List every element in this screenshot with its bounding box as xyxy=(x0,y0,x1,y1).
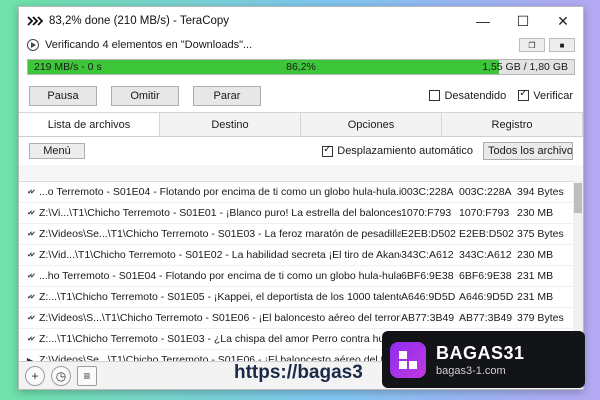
pause-button[interactable]: Pausa xyxy=(29,85,97,106)
badge-title: BAGAS31 xyxy=(436,342,525,363)
tab-file-list[interactable]: Lista de archivos xyxy=(19,113,160,136)
verify-label: Verificar xyxy=(533,89,573,102)
file-row[interactable]: ✔✔ Z:\Vid...\T1\Chicho Terremoto - S01E02… xyxy=(19,245,573,266)
unattended-checkbox[interactable]: Desatendido xyxy=(429,90,506,102)
badge-text: BAGAS31 bagas3-1.com xyxy=(436,343,525,377)
file-row[interactable]: ✔✔ ...ho Terremoto - S01E04 - Flotando po… xyxy=(19,266,573,287)
file-size: 231 MB xyxy=(517,291,554,303)
scrollbar-thumb[interactable] xyxy=(574,183,582,213)
file-row[interactable]: ✔✔ Z:...\T1\Chicho Terremoto - S01E05 - ¡… xyxy=(19,287,573,308)
status-text: Verificando 4 elementos en "Downloads"..… xyxy=(45,39,253,51)
verify-checkbox[interactable]: Verificar xyxy=(518,88,573,102)
file-size: 379 Bytes xyxy=(517,312,564,324)
double-check-icon: ✔✔ xyxy=(27,231,36,238)
file-name: ...o Terremoto - S01E04 - Flotando por e… xyxy=(39,186,401,198)
autoscroll-checkbox[interactable]: Desplazamiento automático xyxy=(322,144,473,157)
double-check-icon: ✔✔ xyxy=(27,189,36,196)
file-size: 231 MB xyxy=(517,270,554,282)
bagas-logo-icon xyxy=(390,341,426,378)
action-bar: Pausa Omitir Parar Desatendido Verificar xyxy=(19,79,583,113)
file-size: 375 Bytes xyxy=(517,228,564,240)
autoscroll-label: Desplazamiento automático xyxy=(337,145,473,157)
source-hash: 343C:A612 xyxy=(401,249,454,261)
file-row[interactable]: ✔✔ Z:\Videos\Se...\T1\Chicho Terremoto - … xyxy=(19,224,573,245)
double-check-icon: ✔✔ xyxy=(27,210,36,217)
file-row[interactable]: ✔✔ ...o Terremoto - S01E04 - Flotando por… xyxy=(19,182,573,203)
tab-bar: Lista de archivos Destino Opciones Regis… xyxy=(19,113,583,137)
double-check-icon: ✔✔ xyxy=(27,294,36,301)
target-hash: A646:9D5D xyxy=(459,291,514,303)
file-row[interactable]: ✔✔ Z:\Videos\S...\T1\Chicho Terremoto - S… xyxy=(19,308,573,329)
target-hash: 6BF6:9E38 xyxy=(459,270,512,282)
list-menu-icon[interactable]: ≡ xyxy=(77,365,97,386)
play-status-icon xyxy=(27,39,39,51)
file-size: 230 MB xyxy=(517,207,554,219)
file-name: Z:...\T1\Chicho Terremoto - S01E05 - ¡Ka… xyxy=(39,291,401,303)
menu-button[interactable]: Menú xyxy=(29,143,85,159)
restore-panel-icon[interactable]: ❐ xyxy=(519,38,545,52)
status-line: Verificando 4 elementos en "Downloads"..… xyxy=(19,35,583,55)
watermark-badge: BAGAS31 bagas3-1.com xyxy=(382,331,585,388)
verify-checkbox-box[interactable] xyxy=(518,88,530,101)
autoscroll-checkbox-box[interactable] xyxy=(322,144,334,157)
source-hash: A646:9D5D xyxy=(401,291,456,303)
target-hash: 343C:A612 xyxy=(459,249,512,261)
source-hash: E2EB:D502 xyxy=(401,228,456,240)
progress-row: 219 MB/s - 0 s 86,2% 1,55 GB / 1,80 GB xyxy=(19,55,583,79)
target-hash: E2EB:D502 xyxy=(459,228,514,240)
file-name: Z:\Vi...\T1\Chicho Terremoto - S01E01 - … xyxy=(39,207,401,219)
stop-button[interactable]: Parar xyxy=(193,85,261,106)
file-name: ...ho Terremoto - S01E04 - Flotando por … xyxy=(39,270,401,282)
source-hash: 6BF6:9E38 xyxy=(401,270,454,282)
double-check-icon: ✔✔ xyxy=(27,315,36,322)
file-size: 230 MB xyxy=(517,249,554,261)
file-name: Z:...\T1\Chicho Terremoto - S01E03 - ¿La… xyxy=(39,333,401,345)
file-filter-select[interactable]: Todos los archivos ▼ xyxy=(483,142,573,160)
list-toolbar: Menú Desplazamiento automático Todos los… xyxy=(19,137,583,165)
tab-options[interactable]: Opciones xyxy=(301,113,442,136)
file-size: 394 Bytes xyxy=(517,186,564,198)
minimize-icon[interactable]: — xyxy=(463,7,503,35)
file-name: Z:\Videos\Se...\T1\Chicho Terremoto - S0… xyxy=(39,228,401,240)
title-bar: 83,2% done (210 MB/s) - TeraCopy — ☐ ✕ xyxy=(19,7,583,35)
double-check-icon: ✔✔ xyxy=(27,336,36,343)
file-row[interactable]: ✔✔ Z:\Vi...\T1\Chicho Terremoto - S01E01 … xyxy=(19,203,573,224)
maximize-icon[interactable]: ☐ xyxy=(503,7,543,35)
target-hash: 003C:228A xyxy=(459,186,512,198)
skip-button[interactable]: Omitir xyxy=(111,85,179,106)
source-hash: 1070:F793 xyxy=(401,207,452,219)
stop-square-icon[interactable]: ■ xyxy=(549,38,575,52)
file-name: Z:\Videos\S...\T1\Chicho Terremoto - S01… xyxy=(39,312,401,324)
unattended-checkbox-box[interactable] xyxy=(429,90,441,101)
watermark-url: https://bagas3 xyxy=(234,362,363,383)
badge-subtitle: bagas3-1.com xyxy=(436,364,506,377)
add-files-icon[interactable]: + xyxy=(25,365,45,386)
history-icon[interactable]: ◷ xyxy=(51,365,71,386)
close-icon[interactable]: ✕ xyxy=(543,7,583,35)
source-hash: 003C:228A xyxy=(401,186,454,198)
file-name: Z:\Vid...\T1\Chicho Terremoto - S01E02 -… xyxy=(39,249,401,261)
target-hash: 1070:F793 xyxy=(459,207,510,219)
tab-log[interactable]: Registro xyxy=(442,113,583,136)
progress-bar: 219 MB/s - 0 s 86,2% 1,55 GB / 1,80 GB xyxy=(27,59,575,75)
file-filter-value: Todos los archivos xyxy=(488,145,573,157)
target-hash: AB77:3B49 xyxy=(459,312,513,324)
tab-destination[interactable]: Destino xyxy=(160,113,301,136)
window-title: 83,2% done (210 MB/s) - TeraCopy xyxy=(49,15,230,27)
unattended-label: Desatendido xyxy=(444,89,507,102)
transfer-size: 1,55 GB / 1,80 GB xyxy=(482,61,568,73)
source-hash: AB77:3B49 xyxy=(401,312,455,324)
double-check-icon: ✔✔ xyxy=(27,252,36,259)
double-check-icon: ✔✔ xyxy=(27,273,36,280)
teracopy-logo-icon xyxy=(27,15,43,27)
